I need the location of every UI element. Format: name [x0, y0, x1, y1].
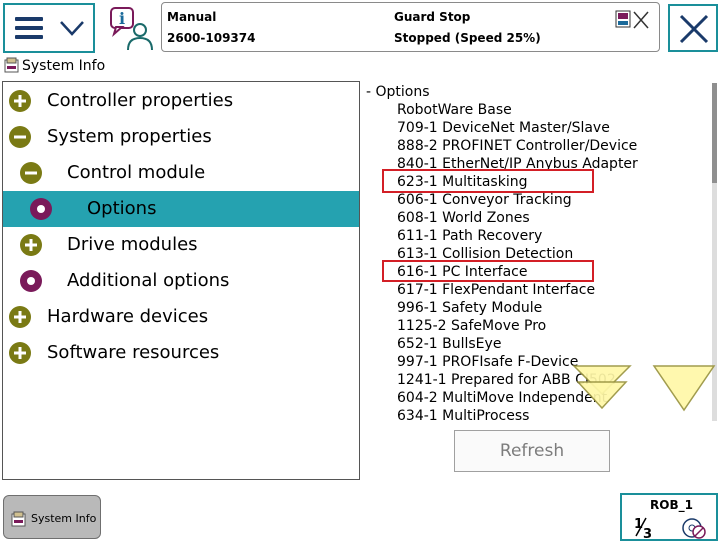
collapse-minus-icon	[20, 162, 42, 184]
program-disabled-icon	[614, 9, 654, 34]
list-item: 617-1 FlexPendant Interface	[397, 282, 596, 298]
options-list-panel[interactable]: - Options RobotWare Base 709-1 DeviceNet…	[362, 81, 718, 481]
tree-item-label: Software resources	[47, 342, 220, 363]
hamburger-menu-icon	[15, 17, 43, 44]
tree-item-label: Additional options	[67, 270, 230, 291]
list-item: 996-1 Safety Module	[397, 300, 543, 316]
expand-plus-icon	[9, 90, 31, 112]
system-name: 2600-109374	[167, 31, 256, 45]
list-item: 1125-2 SafeMove Pro	[397, 318, 547, 334]
list-item: RobotWare Base	[397, 102, 512, 118]
leaf-dot-icon	[30, 198, 52, 220]
operating-mode: Manual	[167, 10, 217, 24]
expand-plus-icon	[20, 234, 42, 256]
system-tree[interactable]: Controller properties System properties …	[2, 81, 360, 480]
scrollbar-thumb[interactable]	[712, 83, 717, 183]
svg-text:i: i	[119, 9, 125, 28]
tree-item-options[interactable]: Options	[3, 191, 359, 227]
tree-item-software-resources[interactable]: Software resources	[3, 335, 359, 371]
tree-item-control-module[interactable]: Control module	[3, 155, 359, 191]
expand-plus-icon	[9, 342, 31, 364]
window-title: System Info	[22, 58, 106, 74]
taskbar-label: System Info	[31, 512, 97, 525]
list-item: 608-1 World Zones	[397, 210, 530, 226]
tree-item-label: Controller properties	[47, 90, 234, 111]
highlight-pc-interface	[382, 260, 594, 282]
status-bar[interactable]: Manual 2600-109374 Guard Stop Stopped (S…	[161, 2, 660, 52]
list-item: 606-1 Conveyor Tracking	[397, 192, 572, 208]
tree-item-label: Drive modules	[67, 234, 198, 255]
tree-item-drive-modules[interactable]: Drive modules	[3, 227, 359, 263]
quickset-button[interactable]: ROB_1 1 3	[620, 493, 718, 541]
system-info-icon	[11, 511, 27, 531]
options-header: - Options	[366, 84, 430, 100]
expand-plus-icon	[9, 306, 31, 328]
scroll-down-arrow-icon[interactable]	[572, 364, 632, 412]
leaf-dot-icon	[20, 270, 42, 292]
tree-item-hardware-devices[interactable]: Hardware devices	[3, 299, 359, 335]
abb-menu-button[interactable]	[3, 3, 95, 53]
mechanical-unit-label: ROB_1	[650, 498, 693, 512]
list-item: 997-1 PROFIsafe F-Device	[397, 354, 579, 370]
tree-item-label: Options	[87, 198, 157, 219]
safety-state: Guard Stop	[394, 10, 471, 24]
tree-item-label: Control module	[67, 162, 206, 183]
tree-item-system-properties[interactable]: System properties	[3, 119, 359, 155]
collapse-minus-icon	[9, 126, 31, 148]
system-info-icon	[4, 57, 20, 77]
list-item: 888-2 PROFINET Controller/Device	[397, 138, 638, 154]
chevron-down-icon	[60, 21, 84, 36]
close-icon	[679, 14, 709, 44]
list-item: 634-1 MultiProcess	[397, 408, 530, 420]
svg-text:3: 3	[643, 527, 652, 540]
highlight-multitasking	[382, 169, 594, 193]
page-down-arrow-icon[interactable]	[652, 364, 716, 414]
refresh-button[interactable]: Refresh	[454, 430, 610, 472]
tree-item-label: Hardware devices	[47, 306, 209, 327]
info-person-icon[interactable]: i	[108, 6, 154, 52]
jog-increment-icon: 1 3	[634, 517, 706, 540]
taskbar-system-info-button[interactable]: System Info	[3, 495, 101, 539]
close-window-button[interactable]	[668, 4, 718, 52]
tree-item-additional-options[interactable]: Additional options	[3, 263, 359, 299]
tree-item-controller-properties[interactable]: Controller properties	[3, 83, 359, 119]
list-item: 709-1 DeviceNet Master/Slave	[397, 120, 610, 136]
run-state: Stopped (Speed 25%)	[394, 31, 541, 45]
list-item: 611-1 Path Recovery	[397, 228, 543, 244]
tree-item-label: System properties	[47, 126, 212, 147]
list-item: 652-1 BullsEye	[397, 336, 502, 352]
